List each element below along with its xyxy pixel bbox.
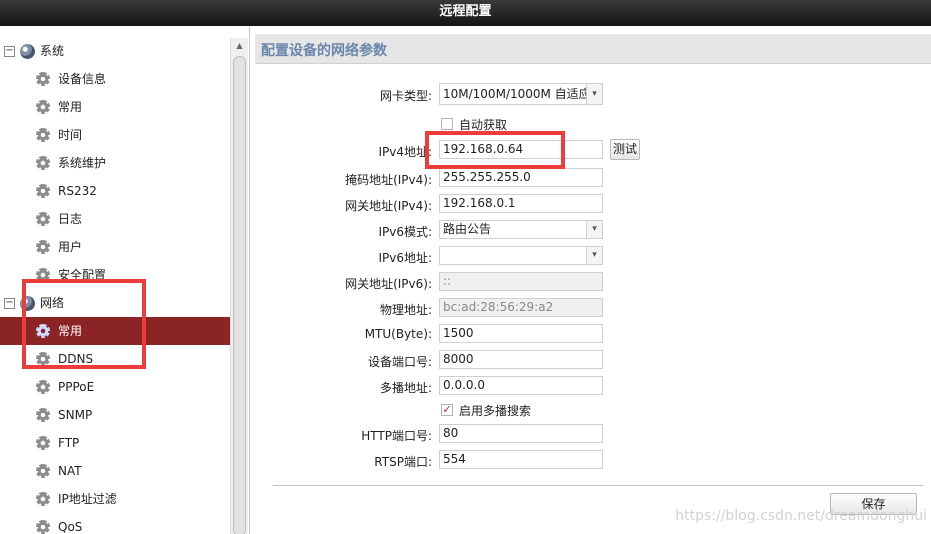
tree-group-label: 系统	[40, 44, 65, 58]
multicast-address-value: 0.0.0.0	[443, 378, 485, 392]
form-divider	[273, 485, 923, 486]
tree-item-label: PPPoE	[58, 380, 95, 394]
tree-item-label: QoS	[58, 520, 83, 534]
globe-icon	[20, 44, 35, 59]
rtsp-port-value: 554	[443, 452, 466, 466]
tree-item-label: 设备信息	[58, 72, 107, 86]
rtsp-port-input[interactable]: 554	[439, 450, 603, 469]
tree-item-pppoe[interactable]: PPPoE	[0, 373, 230, 401]
tree-item-rs232[interactable]: RS232	[0, 177, 230, 205]
scroll-thumb[interactable]	[233, 56, 246, 534]
tree-item-label: 日志	[58, 212, 83, 226]
ipv4-address-label: IPv4地址:	[378, 145, 432, 159]
tree-item-user[interactable]: 用户	[0, 233, 230, 261]
tree-item-label: RS232	[58, 184, 97, 198]
mtu-input[interactable]: 1500	[439, 324, 603, 343]
ipv6-address-select[interactable]: ▾	[439, 246, 603, 265]
mac-address-value: bc:ad:28:56:29:a2	[443, 300, 554, 314]
device-port-label: 设备端口号:	[367, 355, 432, 369]
multicast-address-input[interactable]: 0.0.0.0	[439, 376, 603, 395]
tree-item-label: 时间	[58, 128, 83, 142]
tree-item-time[interactable]: 时间	[0, 121, 230, 149]
nic-type-label: 网卡类型:	[379, 89, 432, 103]
tree-item-snmp[interactable]: SNMP	[0, 401, 230, 429]
nic-type-select[interactable]: 10M/100M/1000M 自适应 ▾	[439, 83, 603, 105]
multicast-search-checkbox[interactable]: ✓	[441, 404, 453, 416]
network-settings-panel: 配置设备的网络参数 网卡类型: 10M/100M/1000M 自适应 ▾ 自动获…	[255, 34, 931, 534]
multicast-address-label: 多播地址:	[379, 381, 432, 395]
gear-icon	[36, 436, 50, 450]
tree-item-system-general[interactable]: 常用	[0, 93, 230, 121]
gear-icon	[36, 380, 50, 394]
gear-icon	[36, 184, 50, 198]
subnet-mask-input[interactable]: 255.255.255.0	[439, 168, 603, 187]
tree-item-device-info[interactable]: 设备信息	[0, 65, 230, 93]
mtu-label: MTU(Byte):	[364, 327, 432, 341]
gateway-ipv6-input: ::	[439, 272, 603, 291]
tree-item-label: IP地址过滤	[58, 492, 117, 506]
ipv6-address-label: IPv6地址:	[378, 251, 432, 265]
subnet-mask-label: 掩码地址(IPv4):	[345, 173, 432, 187]
panel-title: 配置设备的网络参数	[261, 43, 387, 59]
window-title: 远程配置	[439, 4, 492, 19]
gateway-ipv6-label: 网关地址(IPv6):	[345, 277, 432, 291]
gear-icon	[36, 464, 50, 478]
device-port-value: 8000	[443, 352, 474, 366]
gear-icon	[36, 520, 50, 534]
http-port-input[interactable]: 80	[439, 424, 603, 443]
tree-item-label: FTP	[58, 436, 80, 450]
gear-icon	[36, 492, 50, 506]
gateway-ipv4-value: 192.168.0.1	[443, 196, 516, 210]
highlight-annotation-box	[425, 131, 565, 169]
tree-item-nat[interactable]: NAT	[0, 457, 230, 485]
tree-item-label: 常用	[58, 100, 83, 114]
chevron-down-icon[interactable]: ▾	[586, 221, 602, 238]
gear-icon	[36, 212, 50, 226]
tree-item-log[interactable]: 日志	[0, 205, 230, 233]
tree-item-ftp[interactable]: FTP	[0, 429, 230, 457]
panel-header: 配置设备的网络参数	[255, 34, 931, 64]
window-title-bar: 远程配置	[0, 0, 931, 26]
gateway-ipv4-input[interactable]: 192.168.0.1	[439, 194, 603, 213]
watermark-text: https://blog.csdn.net/dreamdonghui	[675, 508, 927, 524]
tree-item-ip-filter[interactable]: IP地址过滤	[0, 485, 230, 513]
gear-icon	[36, 408, 50, 422]
sidebar-scrollbar[interactable]: ▲	[230, 38, 248, 534]
tree-item-label: SNMP	[58, 408, 93, 422]
chevron-down-icon[interactable]: ▾	[586, 84, 602, 104]
gear-icon	[36, 128, 50, 142]
tree-item-qos[interactable]: QoS	[0, 513, 230, 534]
rtsp-port-label: RTSP端口:	[374, 455, 432, 469]
mac-address-label: 物理地址:	[379, 303, 432, 317]
mac-address-input: bc:ad:28:56:29:a2	[439, 298, 603, 317]
gateway-ipv6-value: ::	[443, 274, 452, 288]
chevron-down-icon[interactable]: ▾	[586, 247, 602, 264]
gear-icon	[36, 156, 50, 170]
subnet-mask-value: 255.255.255.0	[443, 170, 531, 184]
collapse-toggle-icon[interactable]: −	[4, 298, 15, 309]
ipv6-mode-label: IPv6模式:	[378, 225, 432, 239]
ipv6-mode-value: 路由公告	[443, 222, 492, 236]
multicast-search-label: 启用多播搜索	[459, 404, 532, 418]
tree-item-maintenance[interactable]: 系统维护	[0, 149, 230, 177]
nic-type-value: 10M/100M/1000M 自适应	[443, 87, 591, 101]
auto-obtain-checkbox[interactable]	[441, 118, 453, 130]
tree-item-label: NAT	[58, 464, 82, 478]
http-port-label: HTTP端口号:	[361, 429, 432, 443]
collapse-toggle-icon[interactable]: −	[4, 46, 15, 57]
highlight-annotation-box	[22, 279, 146, 369]
device-port-input[interactable]: 8000	[439, 350, 603, 369]
tree-item-label: 用户	[58, 240, 83, 254]
tree-group-system[interactable]: − 系统	[0, 37, 230, 65]
gear-icon	[36, 240, 50, 254]
scroll-up-arrow-icon[interactable]: ▲	[233, 40, 246, 52]
gear-icon	[36, 100, 50, 114]
test-button[interactable]: 测试	[610, 139, 640, 160]
gateway-ipv4-label: 网关地址(IPv4):	[345, 199, 432, 213]
gear-icon	[36, 72, 50, 86]
tree-item-label: 系统维护	[58, 156, 107, 170]
mtu-value: 1500	[443, 326, 474, 340]
http-port-value: 80	[443, 426, 459, 440]
ipv6-mode-select[interactable]: 路由公告 ▾	[439, 220, 603, 239]
